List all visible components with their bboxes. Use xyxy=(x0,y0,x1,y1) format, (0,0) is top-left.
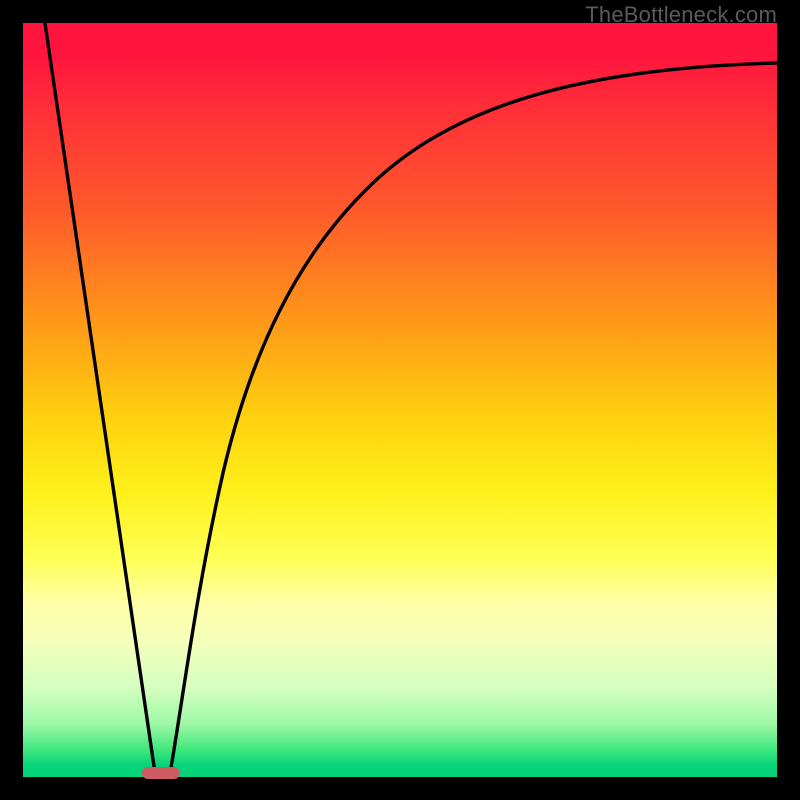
right-rising-curve xyxy=(170,63,777,773)
chart-lines xyxy=(23,23,777,777)
bottleneck-marker xyxy=(142,767,180,779)
left-descending-line xyxy=(45,23,155,773)
chart-frame: TheBottleneck.com xyxy=(0,0,800,800)
chart-plot-area xyxy=(23,23,777,777)
watermark-text: TheBottleneck.com xyxy=(585,2,777,28)
